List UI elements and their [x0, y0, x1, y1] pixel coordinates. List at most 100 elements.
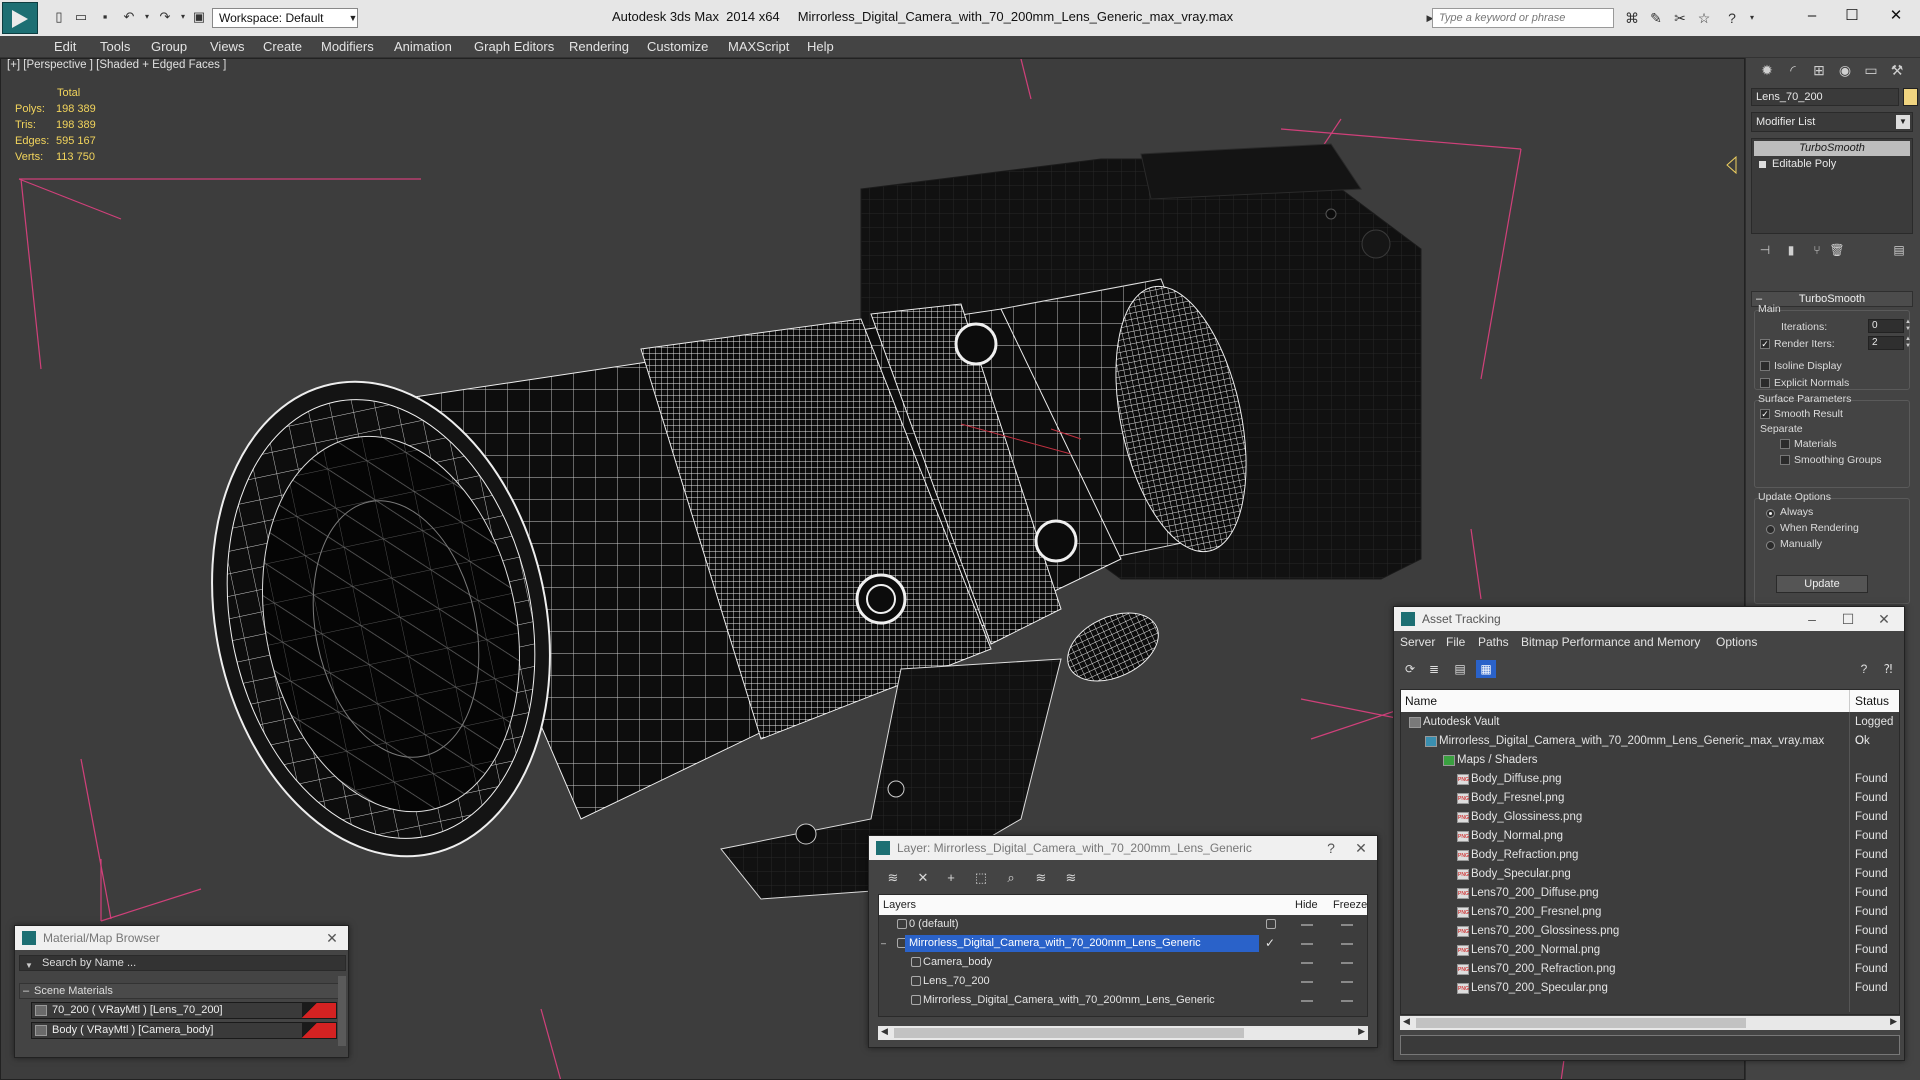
make-unique-icon[interactable]: ⑂ [1806, 240, 1828, 260]
material-item[interactable]: 70_200 ( VRayMtl ) [Lens_70_200] [31, 1002, 337, 1019]
column-freeze[interactable]: Freeze [1333, 895, 1367, 915]
menu-animation[interactable]: Animation [394, 39, 452, 54]
materials-checkbox[interactable] [1780, 439, 1790, 449]
modifier-stack[interactable]: TurboSmooth Editable Poly [1751, 138, 1913, 234]
maximize-button[interactable]: ☐ [1837, 4, 1867, 28]
asset-row[interactable]: PNG Body_Refraction.png Found [1401, 846, 1899, 865]
undo-icon[interactable]: ↶ [120, 9, 138, 25]
menu-file[interactable]: File [1446, 635, 1465, 649]
layer-title-bar[interactable]: Layer: Mirrorless_Digital_Camera_with_70… [869, 836, 1377, 860]
help-icon[interactable]: ? [1854, 660, 1874, 678]
refresh-icon[interactable]: ⟳ [1400, 660, 1420, 678]
chevron-down-icon[interactable]: ▼ [25, 959, 33, 973]
iterations-spinner[interactable]: 0 [1868, 319, 1904, 333]
create-layer-icon[interactable]: ≋ [883, 869, 903, 887]
hide-toggle[interactable] [1301, 924, 1313, 926]
column-hide[interactable]: Hide [1295, 895, 1318, 915]
asset-row[interactable]: PNG Lens70_200_Fresnel.png Found [1401, 903, 1899, 922]
save-icon[interactable]: ▪ [96, 9, 114, 25]
menu-graph-editors[interactable]: Graph Editors [474, 39, 554, 54]
freeze-toggle[interactable] [1341, 962, 1353, 964]
asset-row[interactable]: PNG Lens70_200_Diffuse.png Found [1401, 884, 1899, 903]
close-icon[interactable]: ✕ [320, 926, 344, 950]
menu-server[interactable]: Server [1400, 635, 1435, 649]
hide-toggle[interactable] [1301, 962, 1313, 964]
minimize-button[interactable]: – [1797, 4, 1827, 28]
select-in-layer-icon[interactable]: ⬚ [971, 869, 991, 887]
asset-row[interactable]: PNG Body_Fresnel.png Found [1401, 789, 1899, 808]
scroll-right-icon[interactable]: ▶ [1890, 1016, 1897, 1027]
subscription-icon[interactable]: ✎ [1646, 9, 1666, 27]
menu-tools[interactable]: Tools [100, 39, 130, 54]
update-button[interactable]: Update [1776, 575, 1868, 593]
menu-maxscript[interactable]: MAXScript [728, 39, 789, 54]
material-search-input[interactable]: ▼ Search by Name ... [19, 955, 346, 971]
scrollbar[interactable] [338, 976, 346, 1046]
freeze-toggle[interactable] [1341, 981, 1353, 983]
menu-bitmap-performance[interactable]: Bitmap Performance and Memory [1521, 635, 1700, 649]
favorites-star-icon[interactable]: ☆ [1694, 9, 1714, 27]
collapse-icon[interactable]: – [881, 934, 886, 953]
new-file-icon[interactable]: ▯ [50, 9, 68, 25]
column-layers[interactable]: Layers [883, 895, 916, 915]
smooth-result-checkbox[interactable]: ✓ [1760, 409, 1770, 419]
render-iters-checkbox[interactable]: ✓ [1760, 339, 1770, 349]
current-layer-icon[interactable] [1266, 919, 1276, 929]
workspace-selector[interactable]: Workspace: Default [212, 8, 358, 28]
highlight-layer-icon[interactable]: ⌕ [1001, 869, 1021, 887]
hide-toggle[interactable] [1301, 981, 1313, 983]
spinner-arrows-icon[interactable]: ▲ ▼ [1904, 336, 1912, 350]
binoculars-icon[interactable]: ⌘ [1622, 9, 1642, 27]
freeze-all-layers-icon[interactable]: ≋ [1061, 869, 1081, 887]
asset-row[interactable]: PNG Lens70_200_Refraction.png Found [1401, 960, 1899, 979]
viewport-label[interactable]: [+] [Perspective ] [Shaded + Edged Faces… [7, 59, 226, 71]
tree-view-icon[interactable]: ▤ [1450, 660, 1470, 678]
close-icon[interactable]: ✕ [1349, 836, 1373, 860]
show-end-result-icon[interactable]: ▮ [1780, 240, 1802, 260]
display-tab-icon[interactable]: ▭ [1858, 58, 1884, 82]
help-dropdown-icon[interactable]: ▾ [1742, 9, 1762, 27]
hide-toggle[interactable] [1301, 1000, 1313, 1002]
asset-row[interactable]: PNG Lens70_200_Normal.png Found [1401, 941, 1899, 960]
stack-item-turbosmooth[interactable]: TurboSmooth [1754, 141, 1910, 156]
layer-row[interactable]: Lens_70_200 [879, 972, 1367, 991]
column-name[interactable]: Name [1405, 690, 1437, 712]
scroll-left-icon[interactable]: ◀ [1403, 1016, 1410, 1027]
horizontal-scrollbar[interactable]: ◀ ▶ [878, 1026, 1368, 1040]
asset-row[interactable]: PNG Lens70_200_Glossiness.png Found [1401, 922, 1899, 941]
layer-row[interactable]: Camera_body [879, 953, 1367, 972]
scrollbar-thumb[interactable] [894, 1028, 1244, 1038]
hide-all-layers-icon[interactable]: ≋ [1031, 869, 1051, 887]
help-icon[interactable]: ? [1319, 836, 1343, 860]
menu-help[interactable]: Help [807, 39, 834, 54]
asset-tracking-title-bar[interactable]: Asset Tracking [1394, 607, 1904, 631]
scene-materials-group[interactable]: – Scene Materials [19, 983, 339, 999]
table-view-icon[interactable]: ▦ [1476, 660, 1496, 678]
isoline-display-checkbox[interactable] [1760, 361, 1770, 371]
freeze-toggle[interactable] [1341, 943, 1353, 945]
material-item[interactable]: Body ( VRayMtl ) [Camera_body] [31, 1022, 337, 1039]
scroll-right-icon[interactable]: ▶ [1358, 1026, 1365, 1037]
asset-row[interactable]: Mirrorless_Digital_Camera_with_70_200mm_… [1401, 732, 1899, 751]
redo-icon[interactable]: ↷ [156, 9, 174, 25]
undo-dropdown-icon[interactable]: ▾ [138, 9, 156, 25]
motion-tab-icon[interactable]: ◉ [1832, 58, 1858, 82]
list-view-icon[interactable]: ≣ [1424, 660, 1444, 678]
asset-path-field[interactable] [1400, 1035, 1900, 1055]
help-icon[interactable]: ? [1722, 9, 1742, 27]
context-help-icon[interactable]: ⁈ [1878, 660, 1898, 678]
menu-views[interactable]: Views [210, 39, 244, 54]
configure-sets-icon[interactable]: ▤ [1888, 240, 1910, 260]
menu-rendering[interactable]: Rendering [569, 39, 629, 54]
add-to-layer-icon[interactable]: + [941, 869, 961, 887]
layer-row[interactable]: 0 (default) [879, 915, 1367, 934]
minimize-button[interactable]: – [1800, 607, 1824, 631]
asset-row[interactable]: PNG Body_Normal.png Found [1401, 827, 1899, 846]
horizontal-scrollbar[interactable]: ◀ ▶ [1400, 1016, 1900, 1030]
column-status[interactable]: Status [1855, 690, 1889, 712]
menu-paths[interactable]: Paths [1478, 635, 1509, 649]
scroll-left-icon[interactable]: ◀ [881, 1026, 888, 1037]
chevron-down-icon[interactable]: ▼ [1896, 115, 1910, 129]
delete-layer-icon[interactable]: ✕ [913, 869, 933, 887]
pin-stack-icon[interactable]: ⊣ [1754, 240, 1776, 260]
